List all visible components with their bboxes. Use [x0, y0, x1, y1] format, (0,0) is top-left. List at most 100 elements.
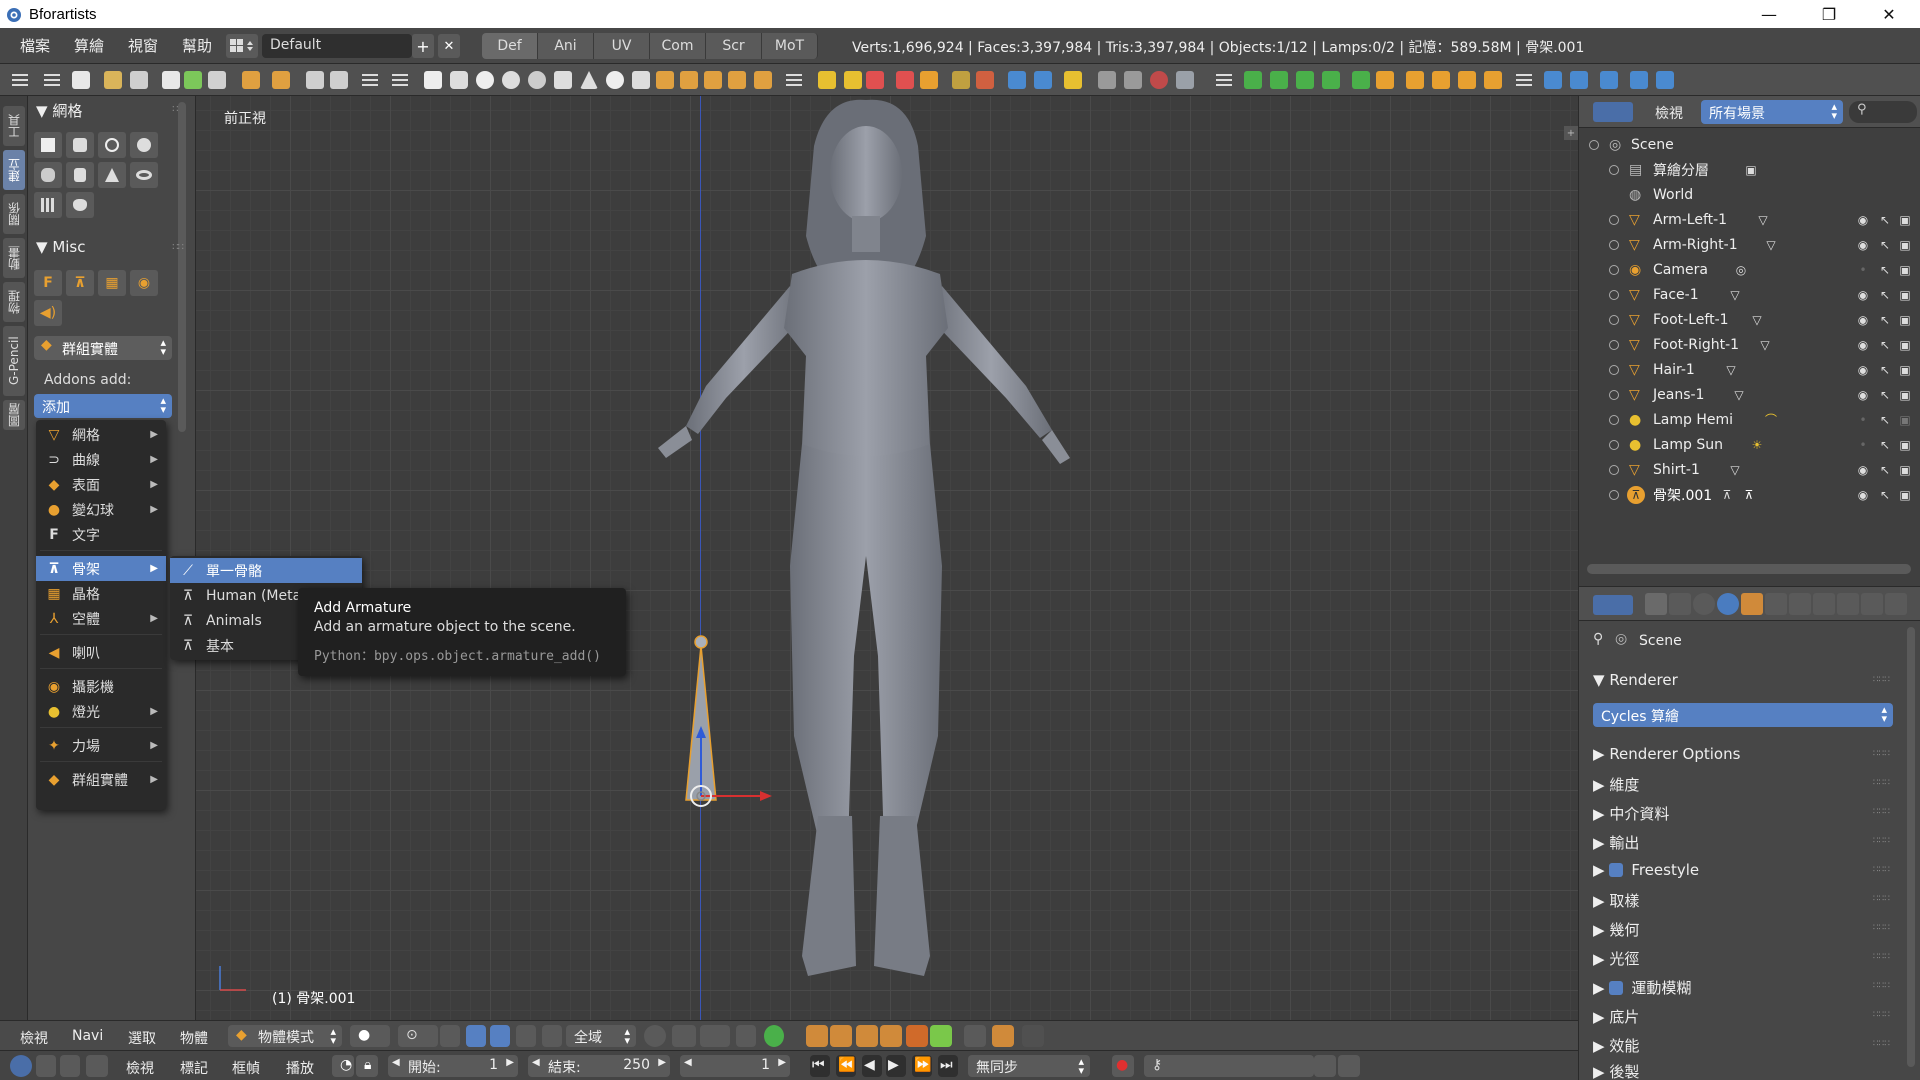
visibility-eye-icon[interactable]: ◉	[1855, 387, 1871, 403]
menu-item-metaball[interactable]: ● 變幻球 ▶	[36, 497, 166, 522]
lamp-point-icon[interactable]	[818, 71, 836, 89]
menu-group-icon[interactable]	[786, 73, 802, 87]
select-cursor-icon[interactable]: ↖	[1877, 387, 1893, 403]
add-text-button[interactable]: F	[34, 270, 62, 296]
keyframe-clear-icon[interactable]	[1322, 71, 1340, 89]
render-camera-icon[interactable]: ▣	[1897, 262, 1913, 278]
add-camera-button[interactable]: ◉	[130, 270, 158, 296]
next-keyframe-button[interactable]: ⏩	[912, 1055, 932, 1077]
render-camera-icon[interactable]: ▣	[1897, 212, 1913, 228]
outliner-row-object[interactable]: ▽ Arm-Left-1 ▽ ◉ ↖ ▣	[1579, 207, 1920, 232]
save-copy-icon[interactable]	[208, 71, 226, 89]
snap-target-icon[interactable]	[736, 1025, 756, 1047]
panel-motion-blur[interactable]: ▶ 運動模糊	[1593, 977, 1691, 998]
add-speaker-icon[interactable]	[754, 71, 772, 89]
locked-track-icon[interactable]	[1484, 71, 1502, 89]
menu-help[interactable]: 幫助	[170, 35, 224, 56]
add-monkey-button[interactable]	[66, 192, 94, 218]
panel-sampling[interactable]: ▶ 取樣	[1593, 890, 1639, 911]
open-recent-icon[interactable]	[130, 71, 148, 89]
menu-add-icon[interactable]	[362, 73, 378, 87]
menu-item-camera[interactable]: ◉ 攝影機	[36, 674, 166, 699]
open-file-icon[interactable]	[104, 71, 122, 89]
rotate-icon[interactable]	[1034, 71, 1052, 89]
render-animation-icon[interactable]	[330, 71, 348, 89]
tab-animation[interactable]: 動畫	[3, 238, 25, 278]
viewport-menu-object[interactable]: 物體	[180, 1028, 208, 1048]
outliner-row-object[interactable]: ● Lamp Hemi ⌒ • ↖ ▣	[1579, 407, 1920, 432]
scene-layer-6-icon[interactable]	[930, 1025, 952, 1047]
shading-dropdown[interactable]: ●	[350, 1025, 390, 1047]
preferences-icon[interactable]	[1656, 71, 1674, 89]
add-icosphere-icon[interactable]	[528, 71, 546, 89]
region-expand-icon[interactable]: +	[1564, 126, 1578, 140]
jump-end-button[interactable]: ⏭	[938, 1055, 958, 1077]
menu-item-text[interactable]: F 文字	[36, 522, 166, 547]
timeline-menu-frame[interactable]: 框幀	[232, 1058, 260, 1078]
render-camera-icon[interactable]: ▣	[1897, 237, 1913, 253]
panel-renderer-options[interactable]: ▶ Renderer Options	[1593, 745, 1740, 763]
jump-start-button[interactable]: ⏮	[810, 1055, 830, 1077]
snap-element-icon[interactable]	[700, 1025, 730, 1047]
add-plane-button[interactable]	[34, 132, 62, 158]
render-camera-icon[interactable]: ▣	[1897, 437, 1913, 453]
motion-blur-checkbox[interactable]	[1609, 981, 1624, 995]
add-text-icon[interactable]	[656, 71, 674, 89]
current-frame-field[interactable]: ◀ 1 ▶	[680, 1055, 790, 1077]
outliner-row-scene[interactable]: ◎ Scene	[1579, 132, 1920, 157]
rotate-manipulator-icon[interactable]	[490, 1025, 510, 1047]
tab-relations[interactable]: 關係	[3, 194, 25, 234]
dopesheet-icon[interactable]	[60, 1055, 80, 1077]
damped-track-icon[interactable]	[1458, 71, 1476, 89]
visibility-eye-icon[interactable]: ◉	[1855, 212, 1871, 228]
freestyle-checkbox[interactable]	[1609, 863, 1624, 877]
editor-type-icon[interactable]	[1593, 102, 1633, 122]
close-button[interactable]: ✕	[1860, 0, 1918, 28]
visibility-eye-icon[interactable]: ◉	[1855, 312, 1871, 328]
settings-icon[interactable]	[1630, 71, 1648, 89]
tab-com[interactable]: Com	[650, 33, 706, 59]
screen-layout-field[interactable]: Default	[262, 34, 412, 58]
timeline-menu-playback[interactable]: 播放	[286, 1058, 314, 1078]
menu-physics-icon[interactable]	[1516, 73, 1532, 87]
join-icon[interactable]	[1098, 71, 1116, 89]
save-icon[interactable]	[162, 71, 180, 89]
select-cursor-icon[interactable]: ↖	[1877, 412, 1893, 428]
panel-light-paths[interactable]: ▶ 光徑	[1593, 948, 1639, 969]
panel-freestyle[interactable]: ▶ Freestyle	[1593, 861, 1699, 879]
texture-tab-icon[interactable]	[1885, 593, 1907, 615]
menu-item-empty[interactable]: ⅄ 空體 ▶	[36, 606, 166, 631]
panel-metadata[interactable]: ▶ 中介資料	[1593, 803, 1669, 824]
timeline-menu-icon[interactable]	[86, 1055, 108, 1077]
select-cursor-icon[interactable]: ↖	[1877, 487, 1893, 503]
select-cursor-icon[interactable]: ↖	[1877, 437, 1893, 453]
menu-object-icon[interactable]	[392, 73, 408, 87]
add-armature-icon[interactable]	[680, 71, 698, 89]
transform-icon[interactable]	[1008, 71, 1026, 89]
scale-manipulator-icon[interactable]	[516, 1025, 536, 1047]
outliner-hscrollbar[interactable]	[1587, 564, 1911, 574]
select-cursor-icon[interactable]: ↖	[1877, 212, 1893, 228]
visibility-eye-icon[interactable]: ◉	[1855, 462, 1871, 478]
visibility-eye-icon[interactable]: ◉	[1855, 287, 1871, 303]
menu-window[interactable]: 視窗	[116, 35, 170, 56]
add-icosphere-button[interactable]	[34, 162, 62, 188]
history-icon[interactable]	[1600, 71, 1618, 89]
outliner-row-render-layers[interactable]: ▤ 算繪分層 ▣	[1579, 157, 1920, 182]
sync-dropdown[interactable]: 無同步 ▴ ▾	[968, 1055, 1090, 1077]
graph-editor-icon[interactable]	[36, 1055, 56, 1077]
tab-def[interactable]: Def	[482, 33, 538, 59]
outliner-scene-filter[interactable]: 所有場景 ▴ ▾	[1701, 100, 1843, 124]
visibility-eye-icon[interactable]: •	[1855, 262, 1871, 278]
menu-list-icon[interactable]	[44, 73, 60, 87]
editor-type-icon[interactable]	[1593, 595, 1633, 615]
menu-item-group-instance[interactable]: ◆ 群組實體 ▶	[36, 767, 166, 792]
proportional-edit-icon[interactable]	[672, 1025, 696, 1047]
tab-uv[interactable]: UV	[594, 33, 650, 59]
menu-item-mesh[interactable]: ▽ 網格 ▶	[36, 422, 166, 447]
visibility-eye-icon[interactable]: ◉	[1855, 362, 1871, 378]
add-layout-button[interactable]: +	[412, 34, 434, 58]
add-grid-button[interactable]	[34, 192, 62, 218]
visibility-eye-icon[interactable]: ◉	[1855, 237, 1871, 253]
menu-item-curve[interactable]: ⊃ 曲線 ▶	[36, 447, 166, 472]
